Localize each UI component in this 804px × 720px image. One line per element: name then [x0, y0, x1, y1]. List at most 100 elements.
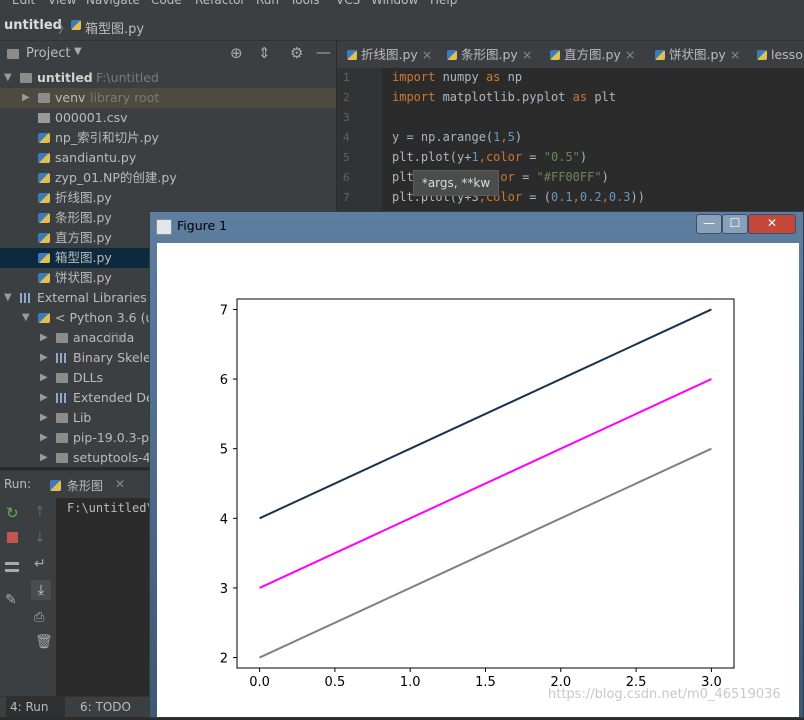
chevron-down-icon[interactable]: ▼ — [74, 46, 82, 57]
collapse-arrow-icon[interactable]: ▶ — [22, 88, 32, 108]
run-tab-label[interactable]: 条形图 — [67, 477, 103, 494]
tree-item-label: Lib — [73, 410, 92, 425]
tree-item-label: np_索引和切片.py — [55, 130, 159, 145]
collapse-arrow-icon[interactable]: ▶ — [40, 368, 50, 388]
close-icon[interactable]: × — [522, 47, 532, 62]
python-file-icon — [71, 20, 81, 30]
menu-item-help[interactable]: Help — [430, 0, 457, 7]
menu-item-navigate[interactable]: Navigate — [86, 0, 140, 7]
code-token: "#FF00FF" — [536, 170, 602, 184]
collapse-arrow-icon[interactable]: ▶ — [40, 328, 50, 348]
editor-tab[interactable]: lesso — [757, 41, 803, 68]
minimize-window-button[interactable]: — — [696, 214, 722, 234]
tree-item[interactable]: 折线图.py — [0, 188, 336, 208]
gear-icon[interactable]: ⚙ — [290, 44, 303, 62]
collapse-arrow-icon[interactable]: ▶ — [40, 428, 50, 448]
tree-item[interactable]: zyp_01.NP的创建.py — [0, 168, 336, 188]
menu-item-vcs[interactable]: VCS — [336, 0, 360, 7]
tree-item-label: Extended De — [73, 390, 154, 405]
run-label: Run: — [4, 477, 32, 491]
arrow-down-icon[interactable]: ↓ — [34, 530, 46, 546]
stop-icon[interactable] — [7, 532, 18, 543]
tree-item-label: sandiantu.py — [55, 150, 137, 165]
maximize-window-button[interactable]: ☐ — [722, 214, 748, 234]
menu-item-window[interactable]: Window — [371, 0, 418, 7]
code-token: ( — [543, 190, 551, 204]
tree-item[interactable]: sandiantu.py — [0, 148, 336, 168]
tree-item-label: 饼状图.py — [55, 270, 112, 285]
expand-arrow-icon[interactable]: ▼ — [4, 68, 14, 88]
code-token: , — [478, 150, 486, 164]
collapse-arrow-icon[interactable]: ▶ — [40, 348, 50, 368]
python-file-icon — [550, 50, 560, 60]
close-icon[interactable]: ✕ — [115, 477, 125, 491]
code-line: y = np.arange(1,5) — [392, 130, 522, 144]
python-file-icon — [655, 50, 665, 60]
soft-wrap-icon[interactable]: ↵ — [34, 556, 46, 572]
locate-target-icon[interactable]: ⊕ — [230, 44, 243, 62]
tree-item[interactable]: np_索引和切片.py — [0, 128, 336, 148]
print-icon[interactable]: ⎙ — [34, 610, 44, 625]
close-icon[interactable]: × — [422, 47, 432, 62]
lib-icon — [20, 293, 32, 303]
collapse-arrow-icon[interactable]: ▶ — [40, 388, 50, 408]
line-number: 7 — [343, 191, 350, 204]
minimize-panel-icon[interactable]: — — [316, 43, 331, 61]
python-file-icon — [38, 213, 50, 223]
lib-icon — [56, 353, 68, 363]
close-window-button[interactable]: ✕ — [748, 214, 796, 234]
collapse-all-icon[interactable]: ⇕ — [258, 44, 271, 62]
expand-arrow-icon[interactable]: ▼ — [4, 288, 14, 308]
editor-tabs: 折线图.py × 条形图.py × 直方图.py × 饼状图.py × lesso — [337, 41, 804, 69]
editor-tab[interactable]: 饼状图.py × — [655, 41, 740, 68]
menu-item-edit[interactable]: Edit — [12, 0, 35, 7]
tree-item-hint: F:\untitled — [96, 70, 159, 85]
folder-icon — [56, 333, 68, 343]
python-file-icon — [38, 233, 50, 243]
menu-item-view[interactable]: View — [48, 0, 76, 7]
tree-item-label: 条形图.py — [55, 210, 112, 225]
project-panel-title[interactable]: Project — [26, 46, 70, 61]
run-toolwindow-button[interactable]: 4: Run — [6, 697, 65, 717]
tree-item-label: untitled — [37, 70, 93, 85]
scroll-to-end-icon[interactable]: ⤓ — [31, 580, 51, 600]
arrow-up-icon[interactable]: ↑ — [34, 504, 46, 520]
trash-icon[interactable]: 🗑 — [35, 634, 53, 650]
code-token: plt — [587, 90, 616, 104]
folder-icon — [38, 93, 50, 103]
python-file-icon — [347, 50, 357, 60]
figure-title-bar[interactable]: Figure 1 — ☐ ✕ — [150, 212, 803, 240]
close-icon[interactable]: × — [730, 47, 740, 62]
editor-tab-label: 直方图.py — [564, 47, 621, 62]
folder-icon — [56, 413, 68, 423]
editor-tab-label: 折线图.py — [361, 47, 418, 62]
code-token: 5 — [507, 130, 515, 144]
breadcrumb-file[interactable]: 箱型图.py — [85, 18, 144, 37]
editor-tab[interactable]: 条形图.py × — [447, 41, 532, 68]
layout-icon[interactable] — [5, 562, 19, 572]
editor-tab[interactable]: 折线图.py × — [347, 41, 432, 68]
y-tick-label: 6 — [220, 373, 228, 388]
line-number: 2 — [343, 91, 350, 104]
breadcrumb-project[interactable]: untitled — [4, 18, 62, 33]
line-number: 6 — [343, 171, 350, 184]
close-icon[interactable]: × — [625, 47, 635, 62]
rerun-icon[interactable]: ↻ — [6, 504, 19, 522]
menu-item-refactor[interactable]: Refactor — [195, 0, 245, 7]
collapse-arrow-icon[interactable]: ▶ — [40, 408, 50, 428]
tree-item-label: 000001.csv — [55, 110, 128, 125]
menu-item-tools[interactable]: Tools — [290, 0, 320, 7]
tree-item[interactable]: ▼ untitled F:\untitled — [0, 68, 336, 88]
y-tick-label: 7 — [220, 303, 228, 318]
collapse-arrow-icon[interactable]: ▶ — [40, 448, 50, 467]
tree-item[interactable]: 000001.csv — [0, 108, 336, 128]
expand-arrow-icon[interactable]: ▼ — [22, 308, 32, 328]
menu-item-run[interactable]: Run — [256, 0, 279, 7]
pin-icon[interactable]: ✎ — [5, 592, 17, 608]
navigation-bar: untitled 〉 箱型图.py — [0, 12, 804, 41]
todo-toolwindow-button[interactable]: 6: TODO — [80, 697, 131, 717]
code-token: np — [500, 70, 523, 84]
tree-item[interactable]: ▶ venv library root — [0, 88, 336, 108]
editor-tab[interactable]: 直方图.py × — [550, 41, 635, 68]
menu-item-code[interactable]: Code — [151, 0, 182, 7]
